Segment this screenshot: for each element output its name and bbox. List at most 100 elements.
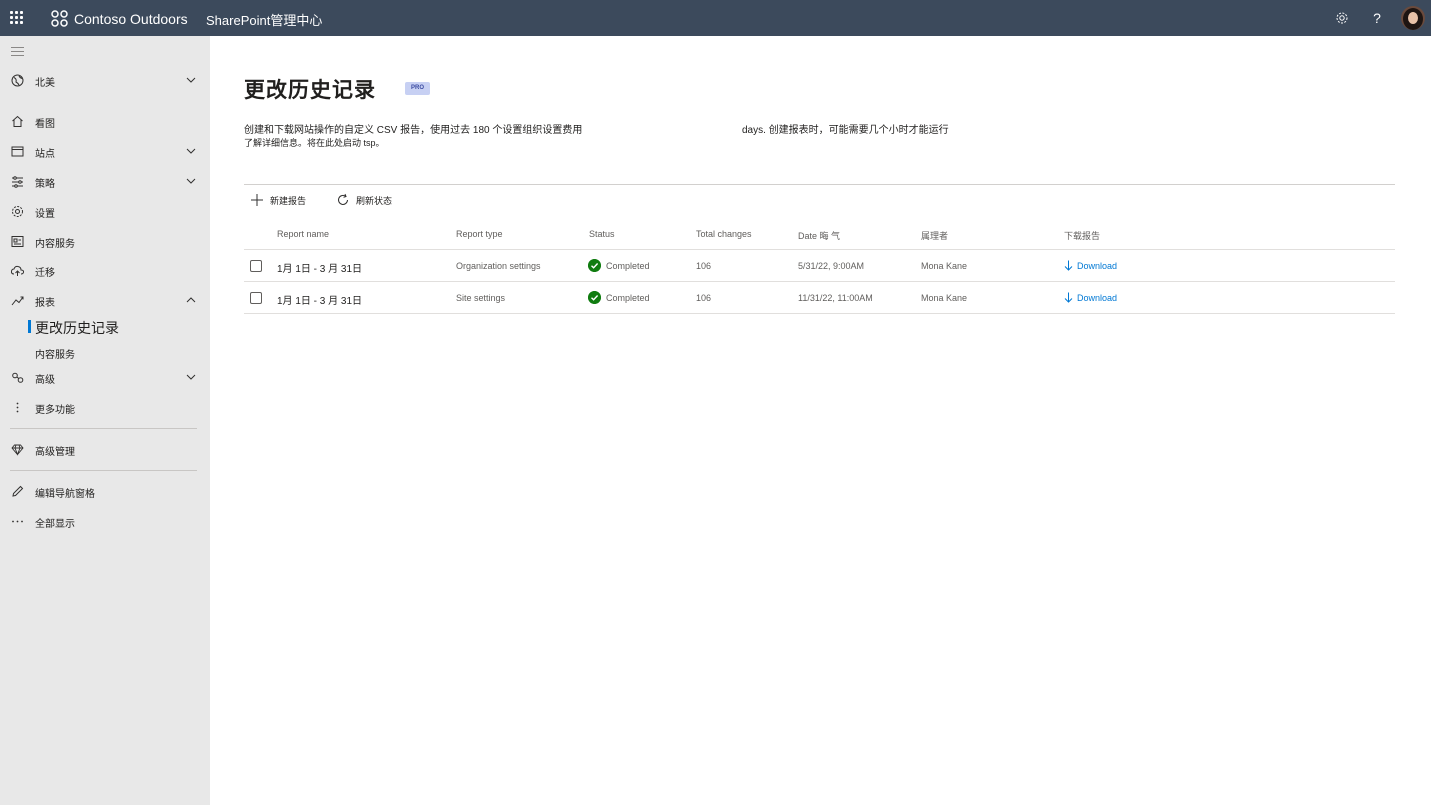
status-text: Completed xyxy=(606,293,650,303)
contoso-logo-icon[interactable] xyxy=(51,10,68,27)
download-icon xyxy=(1064,292,1073,303)
sidebar-item-label: 高级 xyxy=(35,375,55,386)
divider xyxy=(10,428,197,429)
more-vertical-icon xyxy=(16,402,19,413)
diamond-icon xyxy=(11,444,24,456)
column-header-download[interactable]: 下载报告 xyxy=(1064,229,1100,242)
sidebar-item-content-services[interactable]: 内容服务 xyxy=(0,229,210,255)
completed-check-icon xyxy=(588,291,601,304)
sidebar-item-sites[interactable]: 站点 xyxy=(0,139,210,165)
refresh-status-button[interactable]: 刷新状态 xyxy=(336,190,392,210)
table-row[interactable]: 1月 1日 - 3 月 31日 Site settings Completed … xyxy=(244,282,1395,314)
edit-icon xyxy=(12,485,24,497)
ellipsis-icon xyxy=(12,520,23,523)
sidebar-item-label: 内容服务 xyxy=(35,239,75,250)
total-changes: 106 xyxy=(696,261,712,271)
sidebar: 北美 看图 站点 策略 设置 内容服务 迁移 报表 更改历史记录 内容服务 高级… xyxy=(0,36,210,805)
sidebar-item-label: 站点 xyxy=(35,149,55,160)
refresh-status-label: 刷新状态 xyxy=(356,195,393,206)
download-link[interactable]: Download xyxy=(1064,260,1117,271)
row-checkbox[interactable] xyxy=(250,260,262,272)
page-title: 更改历史记录 xyxy=(244,79,376,102)
column-header-total-changes[interactable]: Total changes xyxy=(696,229,752,239)
top-bar: Contoso Outdoors SharePoint管理中心 ? xyxy=(0,0,1431,36)
sidebar-item-label: 编辑导航窗格 xyxy=(35,489,95,500)
brand-name[interactable]: Contoso Outdoors xyxy=(74,11,188,27)
download-link[interactable]: Download xyxy=(1064,292,1117,303)
report-name: 1月 1日 - 3 月 31日 xyxy=(277,296,363,307)
column-header-date[interactable]: Date 晦 气 xyxy=(798,229,840,242)
row-checkbox[interactable] xyxy=(250,292,262,304)
sidebar-item-more-features[interactable]: 更多功能 xyxy=(0,395,210,421)
column-header-report-type[interactable]: Report type xyxy=(456,229,503,239)
new-report-button[interactable]: 新建报告 xyxy=(250,190,306,210)
sidebar-item-migration[interactable]: 迁移 xyxy=(0,258,210,284)
sites-icon xyxy=(11,146,24,157)
column-header-report-name[interactable]: Report name xyxy=(277,229,329,239)
waffle-icon[interactable] xyxy=(10,11,24,25)
sidebar-item-show-all[interactable]: 全部显示 xyxy=(0,509,210,535)
avatar[interactable] xyxy=(1401,6,1425,30)
chevron-down-icon xyxy=(186,178,196,184)
sidebar-item-policies[interactable]: 策略 xyxy=(0,169,210,195)
chevron-down-icon xyxy=(186,148,196,154)
globe-icon xyxy=(11,74,24,87)
sidebar-item-label: 报表 xyxy=(35,298,55,309)
help-glyph: ? xyxy=(1373,10,1381,26)
sidebar-item-edit-navigation[interactable]: 编辑导航窗格 xyxy=(0,479,210,505)
sidebar-item-label: 全部显示 xyxy=(35,519,75,530)
status-text: Completed xyxy=(606,261,650,271)
sidebar-item-home[interactable]: 看图 xyxy=(0,109,210,135)
report-date: 11/31/22, 11:00AM xyxy=(798,293,873,303)
sidebar-item-advanced[interactable]: 高级 xyxy=(0,365,210,391)
refresh-icon xyxy=(338,193,348,205)
sidebar-item-label: 设置 xyxy=(35,209,55,220)
active-indicator xyxy=(28,320,31,333)
description-line1b: days. 创建报表时，可能需要几个小时才能运行 xyxy=(742,125,949,136)
hamburger-icon[interactable] xyxy=(11,47,25,57)
table-row[interactable]: 1月 1日 - 3 月 31日 Organization settings Co… xyxy=(244,250,1395,282)
description-line1a: 创建和下载网站操作的自定义 CSV 报告，使用过去 180 个设置组织设置费用 xyxy=(244,125,583,136)
column-header-status[interactable]: Status xyxy=(589,229,615,239)
advanced-icon xyxy=(12,372,24,383)
help-icon[interactable]: ? xyxy=(1368,9,1386,27)
sidebar-item-label: 策略 xyxy=(35,179,55,190)
add-icon xyxy=(251,194,263,206)
new-report-label: 新建报告 xyxy=(270,195,307,206)
content-services-icon xyxy=(11,236,24,247)
divider xyxy=(10,470,197,471)
completed-check-icon xyxy=(588,259,601,272)
report-manager: Mona Kane xyxy=(921,293,968,303)
report-type: Organization settings xyxy=(456,261,541,271)
sidebar-subitem-content-services[interactable]: 内容服务 xyxy=(35,346,75,361)
report-type: Site settings xyxy=(456,293,506,303)
download-label: Download xyxy=(1077,260,1118,271)
sidebar-item-label: 更多功能 xyxy=(35,405,75,416)
sidebar-item-settings[interactable]: 设置 xyxy=(0,199,210,225)
policies-icon xyxy=(12,176,23,188)
toolbar-divider xyxy=(244,184,1395,185)
total-changes: 106 xyxy=(696,293,712,303)
chevron-up-icon xyxy=(186,297,196,303)
download-label: Download xyxy=(1077,292,1118,303)
sidebar-item-label: 迁移 xyxy=(35,268,55,279)
chevron-down-icon xyxy=(186,77,196,83)
sidebar-item-reports[interactable]: 报表 xyxy=(0,288,210,314)
column-header-manager[interactable]: 属理者 xyxy=(921,229,948,242)
sidebar-item-advanced-management[interactable]: 高级管理 xyxy=(0,437,210,463)
sidebar-subitem-change-history[interactable]: 更改历史记录 xyxy=(35,318,119,338)
home-icon xyxy=(12,115,23,127)
sidebar-item-label: 看图 xyxy=(35,119,55,130)
description-link[interactable]: 了解详细信息。将在此处启动 tsp。 xyxy=(244,136,385,149)
report-manager: Mona Kane xyxy=(921,261,968,271)
app-name[interactable]: SharePoint管理中心 xyxy=(206,10,322,29)
migration-icon xyxy=(10,265,25,276)
settings-icon[interactable] xyxy=(1333,9,1351,27)
pro-badge: PRO xyxy=(405,82,430,95)
report-date: 5/31/22, 9:00AM xyxy=(798,261,865,271)
download-icon xyxy=(1064,260,1073,271)
sidebar-item-label: 高级管理 xyxy=(35,447,75,458)
reports-icon xyxy=(11,296,24,306)
report-name: 1月 1日 - 3 月 31日 xyxy=(277,264,363,275)
sidebar-item-north-america[interactable]: 北美 xyxy=(0,68,210,94)
